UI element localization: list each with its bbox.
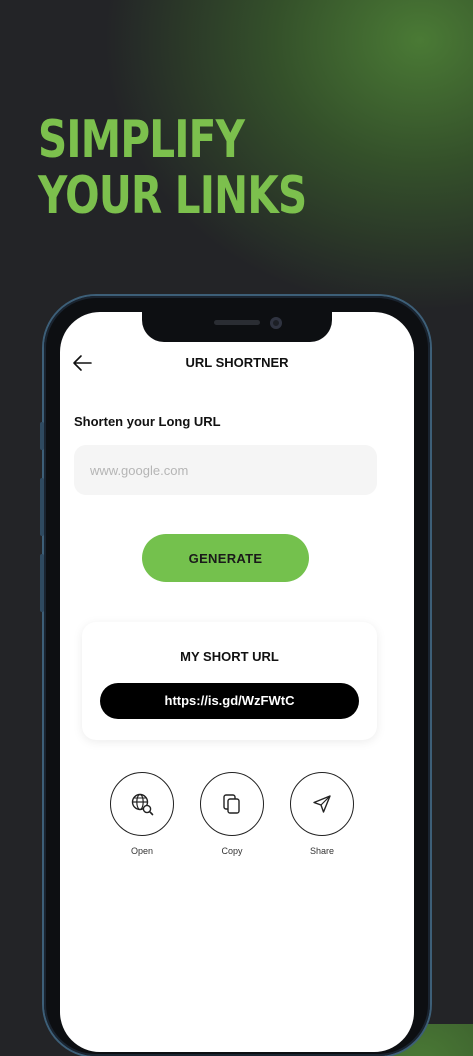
speaker-grille: [214, 320, 260, 325]
share-label: Share: [309, 846, 335, 856]
app-title: URL SHORTNER: [185, 355, 289, 370]
short-url-value[interactable]: https://is.gd/WzFWtC: [100, 683, 359, 719]
share-action[interactable]: Share: [287, 772, 357, 856]
phone-side-button: [40, 422, 44, 450]
front-camera: [270, 317, 282, 329]
send-icon: [313, 795, 331, 813]
open-action[interactable]: Open: [107, 772, 177, 856]
globe-search-icon: [131, 793, 154, 816]
app-header: URL SHORTNER: [60, 348, 414, 378]
short-url-card: MY SHORT URL https://is.gd/WzFWtC: [82, 622, 377, 740]
promo-headline: SIMPLIFY YOUR LINKS: [38, 110, 307, 226]
copy-icon: [223, 794, 240, 814]
share-button[interactable]: [290, 772, 354, 836]
copy-label: Copy: [221, 846, 243, 856]
phone-volume-down-button: [40, 554, 44, 612]
headline-line-2: YOUR LINKS: [38, 166, 307, 226]
phone-volume-up-button: [40, 478, 44, 536]
phone-frame: URL SHORTNER Shorten your Long URL GENER…: [40, 296, 430, 1056]
app-screen: URL SHORTNER Shorten your Long URL GENER…: [60, 312, 414, 1052]
input-label: Shorten your Long URL: [74, 414, 221, 429]
copy-button[interactable]: [200, 772, 264, 836]
headline-line-1: SIMPLIFY: [38, 110, 245, 170]
open-button[interactable]: [110, 772, 174, 836]
copy-action[interactable]: Copy: [197, 772, 267, 856]
open-label: Open: [130, 846, 154, 856]
short-url-title: MY SHORT URL: [180, 649, 279, 664]
long-url-input[interactable]: [74, 445, 377, 495]
phone-notch: [142, 312, 332, 342]
generate-button[interactable]: GENERATE: [142, 534, 309, 582]
